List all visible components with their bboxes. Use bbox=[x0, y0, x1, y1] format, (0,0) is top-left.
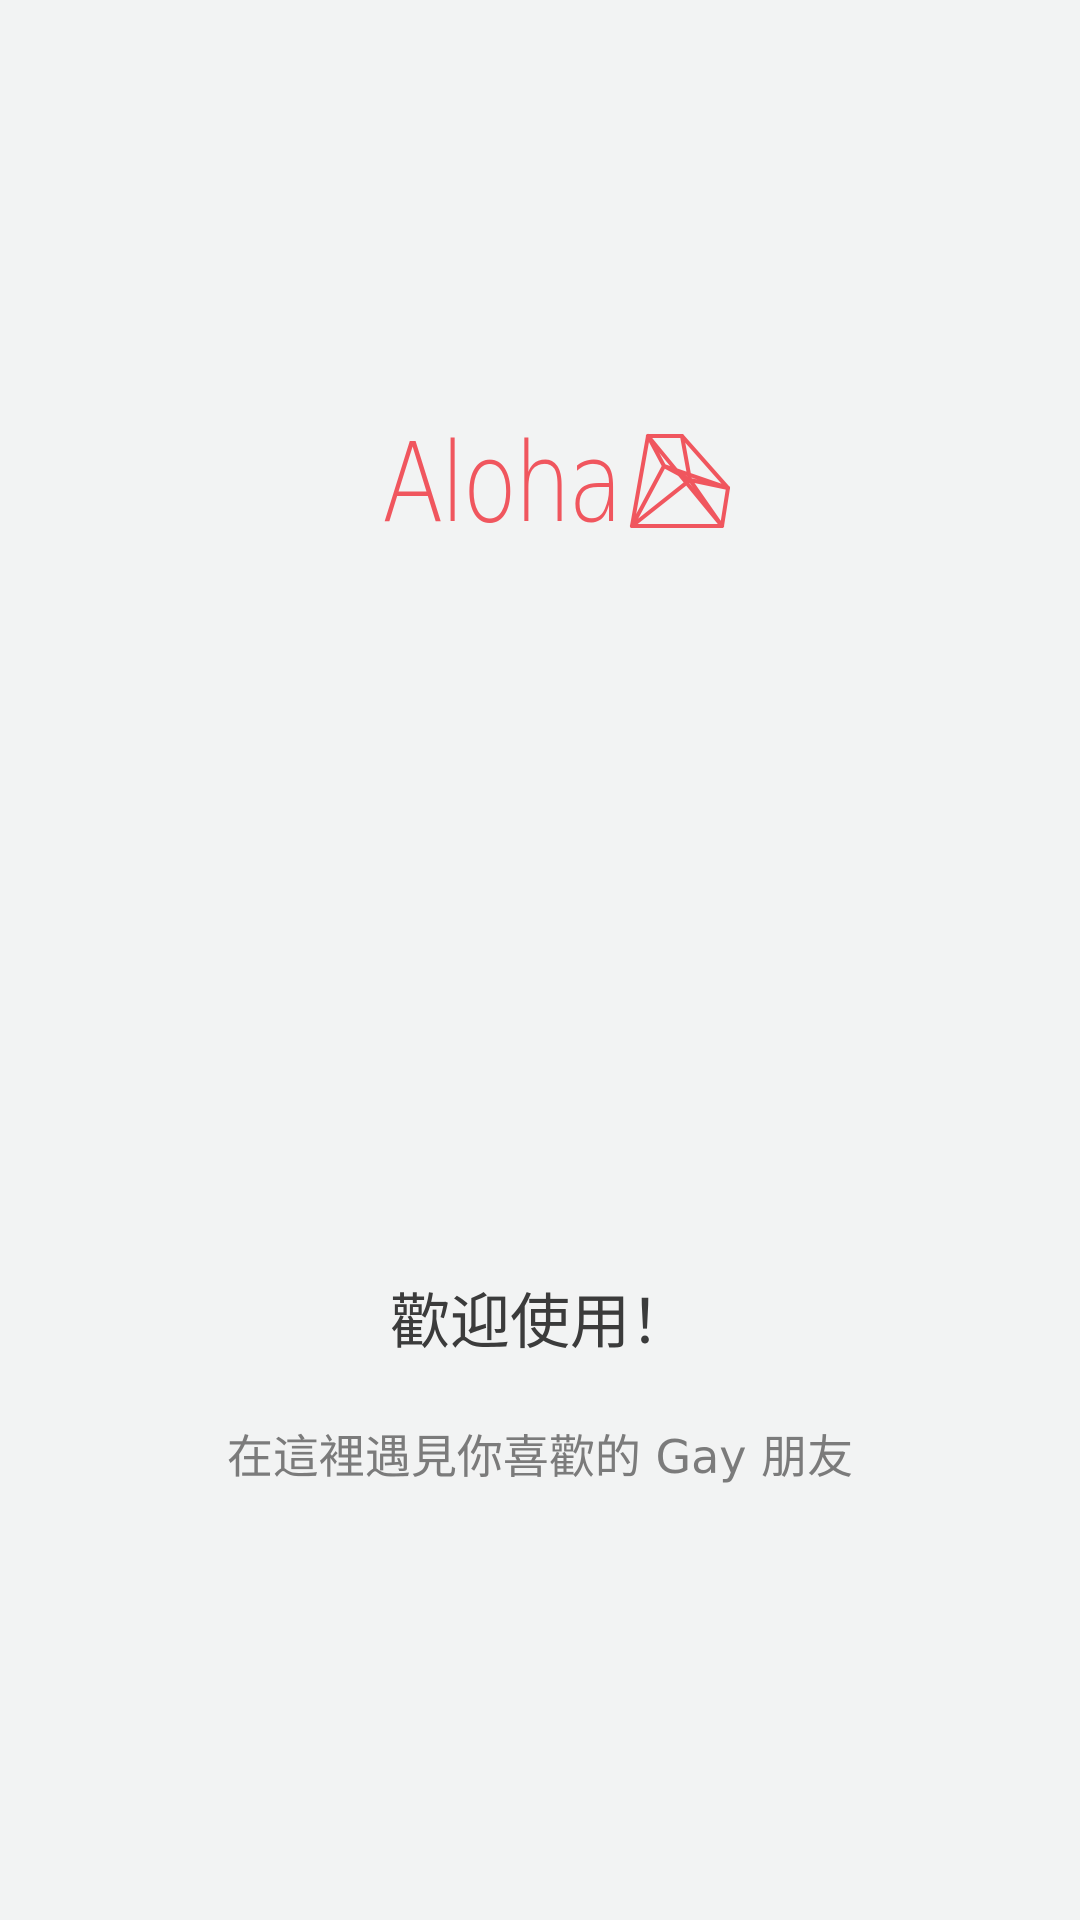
diamond-icon bbox=[630, 434, 730, 528]
app-logo: Aloha bbox=[382, 419, 730, 547]
welcome-title: 歡迎使用！ bbox=[390, 1288, 690, 1358]
splash-screen: Aloha 歡迎使用！ 在這裡遇見你喜歡的 Gay 朋友 bbox=[0, 0, 1080, 1920]
app-logo-text: Aloha bbox=[382, 419, 623, 547]
welcome-subtitle: 在這裡遇見你喜歡的 Gay 朋友 bbox=[226, 1430, 854, 1484]
